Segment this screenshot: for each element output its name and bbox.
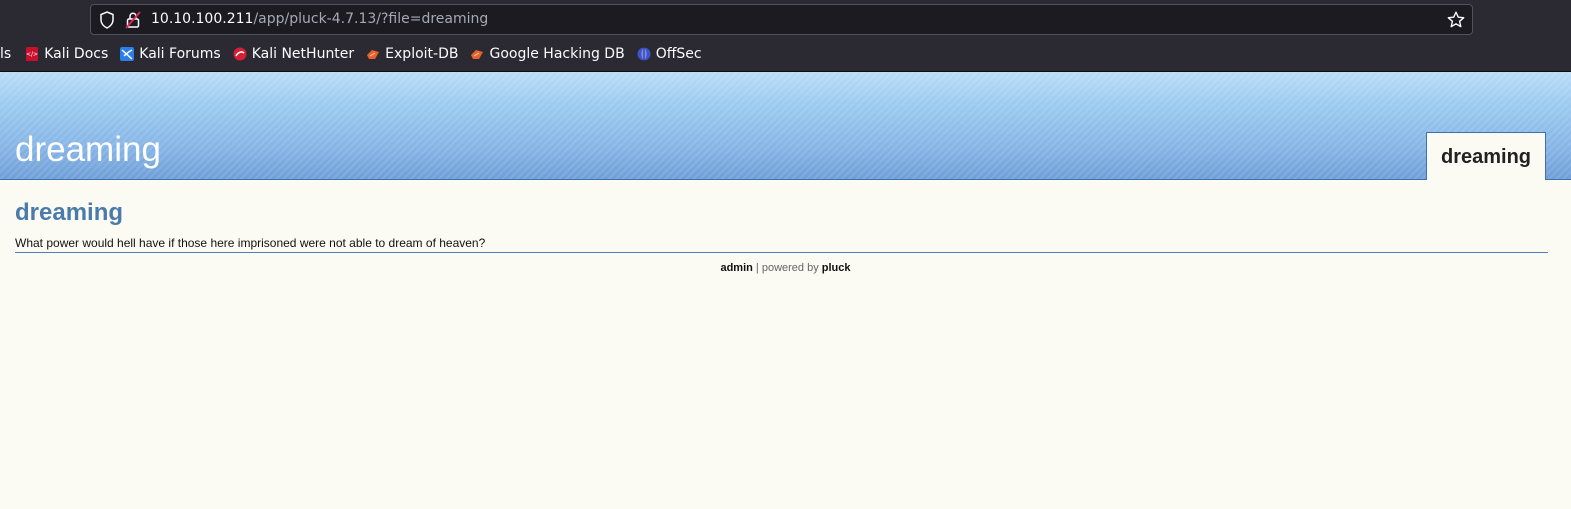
- bookmarks-toolbar: ls </> Kali Docs Kali Forums Kali NetHun…: [0, 40, 714, 68]
- kali-nethunter-icon: [233, 47, 247, 61]
- kali-forums-icon: [120, 47, 135, 61]
- url-path: /app/pluck-4.7.13/?file=dreaming: [253, 11, 489, 27]
- exploit-db-icon: [367, 50, 380, 59]
- nav-tab-dreaming[interactable]: dreaming: [1426, 132, 1546, 180]
- bookmark-star-icon[interactable]: [1446, 10, 1466, 30]
- bookmark-label: Google Hacking DB: [489, 46, 625, 62]
- bookmark-offsec[interactable]: OffSec: [637, 46, 702, 62]
- bookmark-exploit-db[interactable]: Exploit-DB: [366, 46, 458, 62]
- bookmark-label: Kali Docs: [44, 46, 109, 62]
- page-heading: dreaming: [15, 199, 124, 226]
- bookmark-kali-forums[interactable]: Kali Forums: [120, 46, 221, 62]
- footer: admin | powered by pluck: [0, 262, 1571, 274]
- site-title[interactable]: dreaming: [15, 130, 161, 170]
- bookmark-label: Kali Forums: [139, 46, 221, 62]
- url-host: 10.10.100.211: [151, 11, 254, 27]
- main-content: dreaming What power would hell have if t…: [15, 198, 1548, 253]
- insecure-lock-icon[interactable]: [125, 11, 141, 29]
- footer-separator: | powered by: [752, 262, 822, 274]
- kali-docs-icon: </>: [26, 47, 38, 61]
- bookmark-cut-off[interactable]: ls: [0, 46, 11, 62]
- address-bar[interactable]: 10.10.100.211/app/pluck-4.7.13/?file=dre…: [90, 4, 1473, 35]
- site-header: dreaming dreaming: [0, 72, 1571, 180]
- bookmark-label: Kali NetHunter: [251, 46, 355, 62]
- bookmark-label: ls: [0, 46, 12, 62]
- bookmark-google-hacking-db[interactable]: Google Hacking DB: [470, 46, 625, 62]
- offsec-icon: [637, 47, 651, 61]
- url-text[interactable]: 10.10.100.211/app/pluck-4.7.13/?file=dre…: [151, 11, 488, 27]
- bookmark-kali-nethunter[interactable]: Kali NetHunter: [233, 46, 354, 62]
- svg-text:</>: </>: [26, 51, 38, 58]
- ghdb-icon: [471, 50, 484, 59]
- browser-chrome: 10.10.100.211/app/pluck-4.7.13/?file=dre…: [0, 0, 1571, 72]
- bookmark-label: Exploit-DB: [385, 46, 459, 62]
- admin-link[interactable]: admin: [720, 262, 752, 274]
- bookmark-kali-docs[interactable]: </> Kali Docs: [25, 46, 108, 62]
- page-text: What power would hell have if those here…: [15, 236, 1548, 253]
- bookmark-label: OffSec: [655, 46, 702, 62]
- pluck-link[interactable]: pluck: [822, 262, 851, 274]
- shield-icon[interactable]: [99, 11, 115, 29]
